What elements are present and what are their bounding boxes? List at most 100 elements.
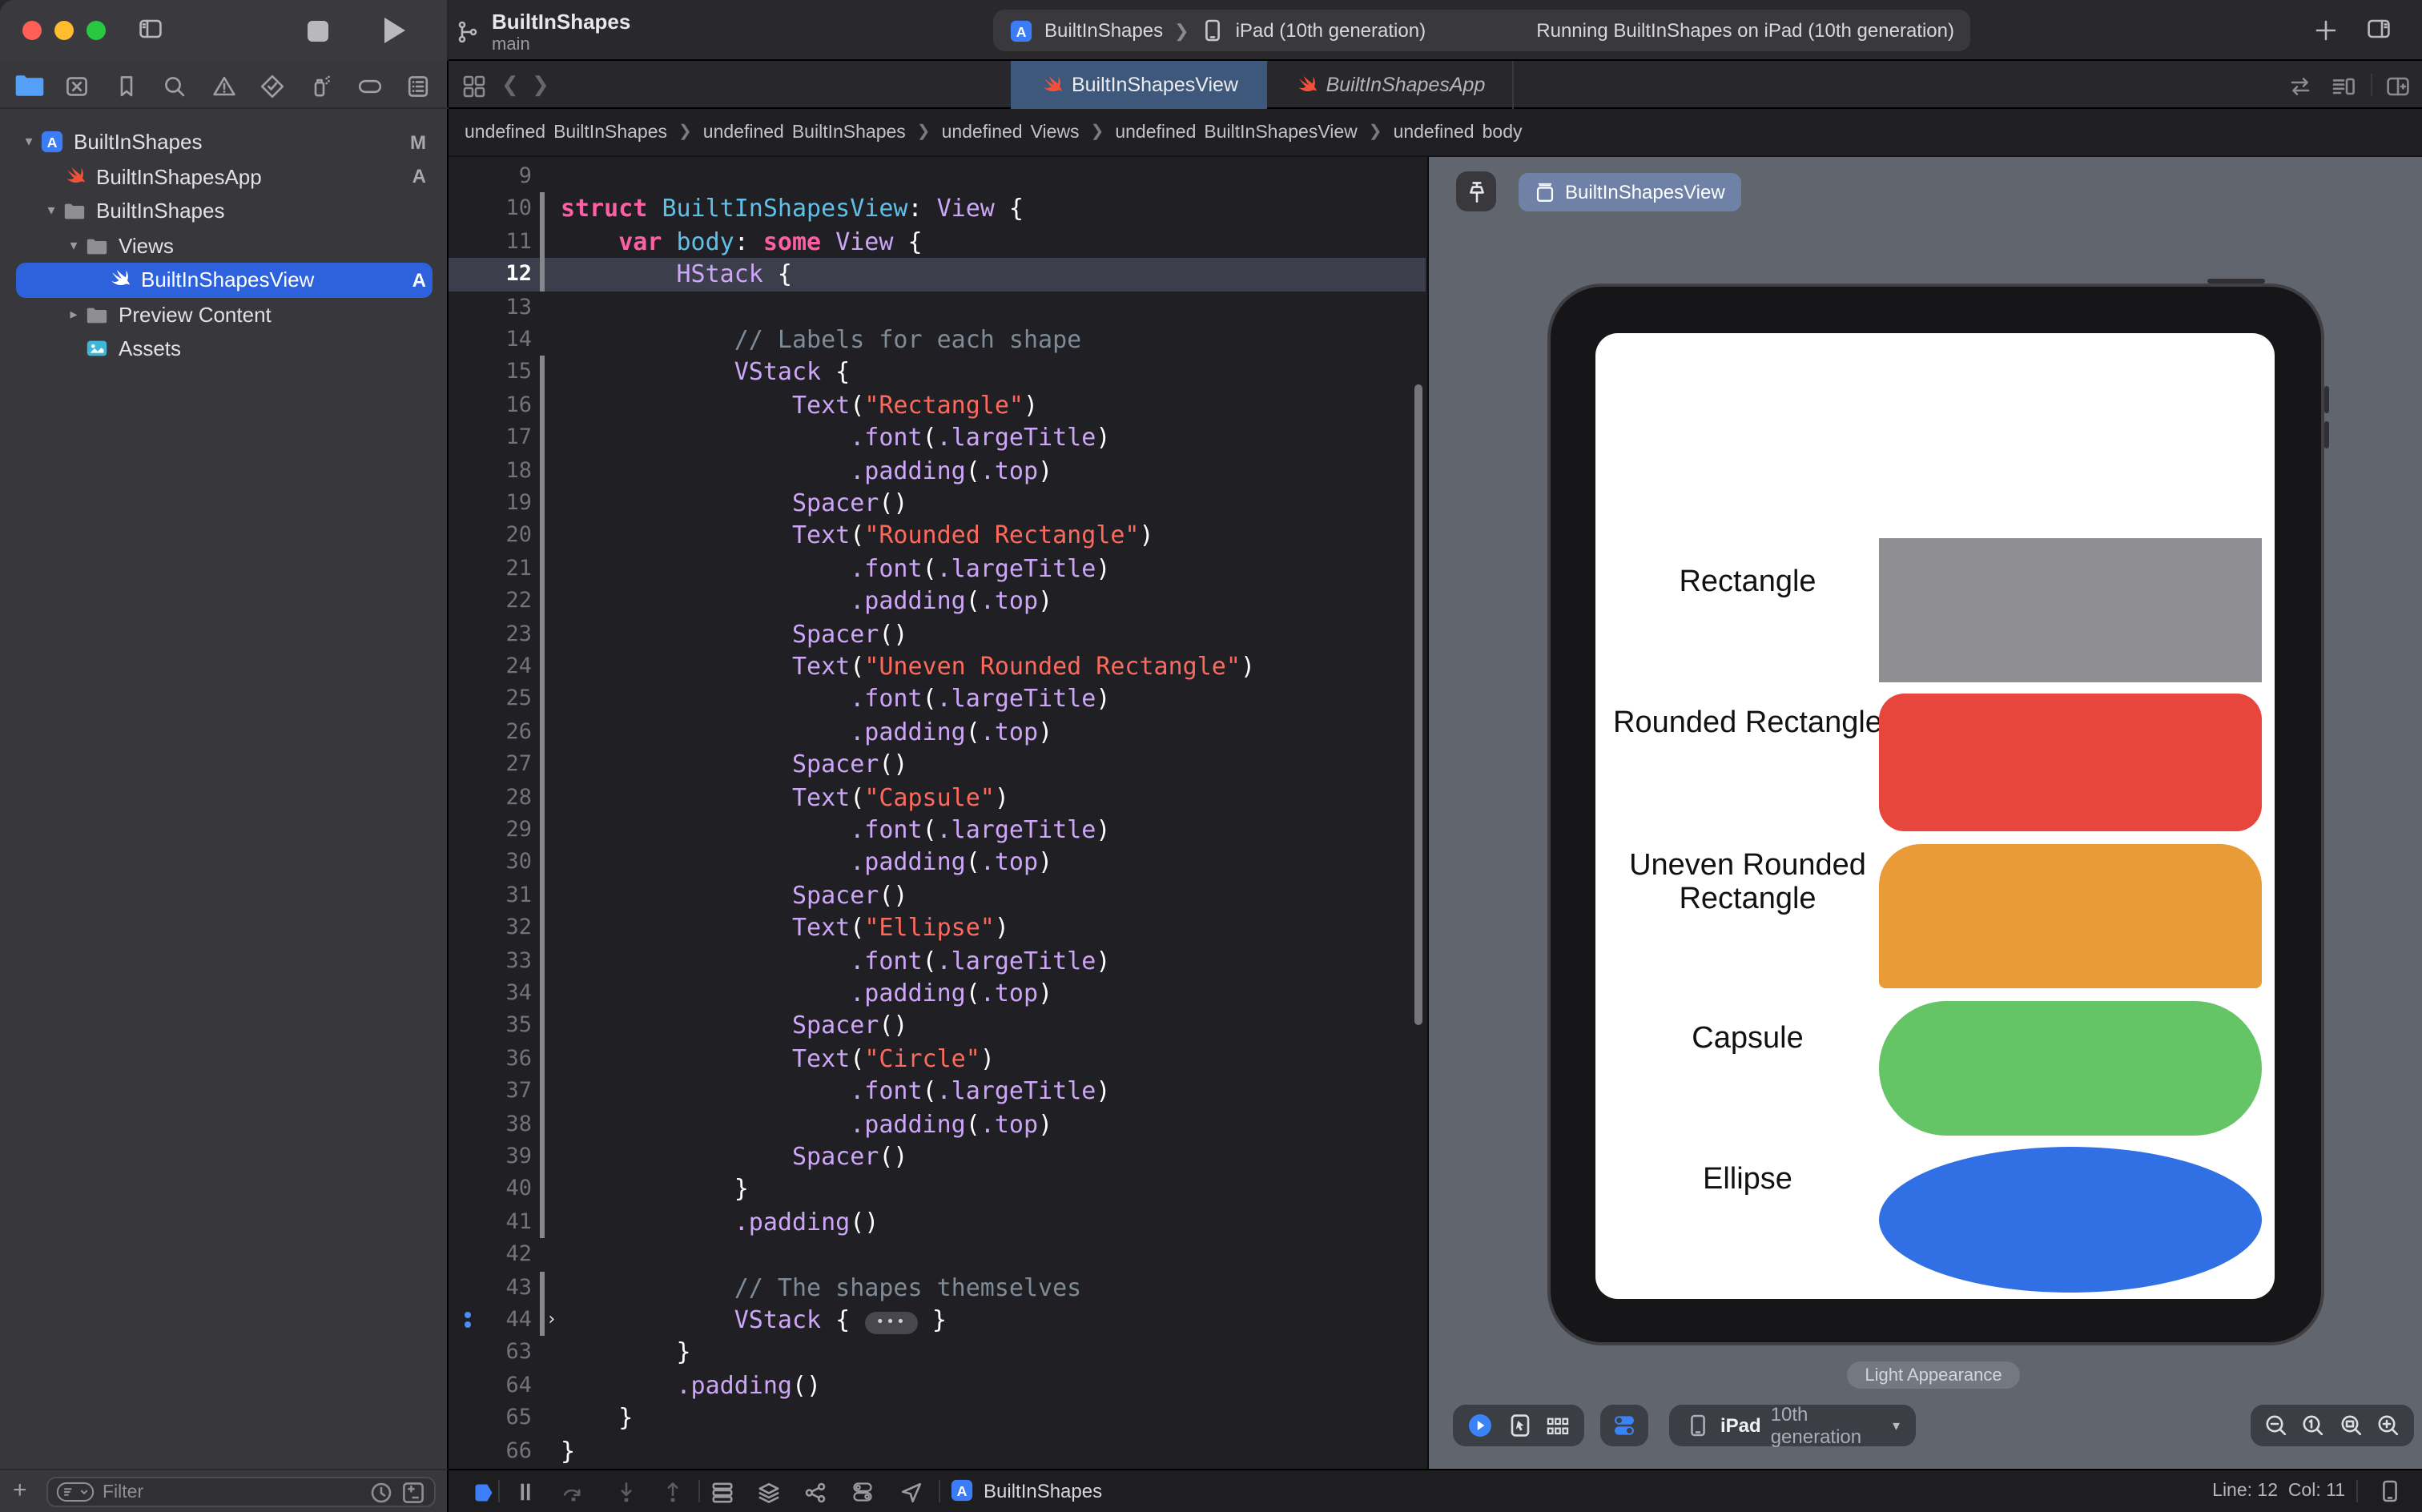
sidebar-toggle-icon[interactable] — [138, 16, 163, 42]
code-line-23[interactable]: 23 Spacer() — [449, 617, 1426, 650]
process-flow-icon[interactable] — [803, 1480, 828, 1504]
step-into-icon[interactable] — [614, 1480, 639, 1504]
code-line-31[interactable]: 31 Spacer() — [449, 879, 1426, 912]
breadcrumb-Views[interactable]: undefinedViews — [942, 123, 1080, 142]
code-line-9[interactable]: 9 — [449, 160, 1426, 193]
environment-overrides-icon[interactable] — [849, 1480, 875, 1504]
zoom-fit-icon[interactable] — [2339, 1413, 2364, 1438]
code-line-10[interactable]: 10struct BuiltInShapesView: View { — [449, 193, 1426, 226]
fold-chevron-icon[interactable]: › — [546, 1304, 557, 1337]
breakpoints-icon[interactable] — [349, 70, 391, 101]
minimize-button[interactable] — [54, 21, 74, 40]
code-line-21[interactable]: 21 .font(.largeTitle) — [449, 553, 1426, 585]
breadcrumb-BuiltInShapes[interactable]: undefinedBuiltInShapes — [465, 123, 667, 142]
live-preview-play-icon[interactable] — [1467, 1413, 1493, 1438]
breakpoints-active-icon[interactable] — [471, 1480, 497, 1504]
add-file-button[interactable]: + — [13, 1477, 27, 1504]
pause-icon[interactable] — [513, 1480, 538, 1504]
code-line-30[interactable]: 30 .padding(.top) — [449, 846, 1426, 879]
zoom-out-icon[interactable] — [2263, 1413, 2288, 1438]
code-line-26[interactable]: 26 .padding(.top) — [449, 716, 1426, 749]
code-line-39[interactable]: 39 Spacer() — [449, 1140, 1426, 1173]
run-button[interactable] — [384, 18, 405, 43]
tab-overview-icon[interactable] — [461, 74, 487, 99]
tab-BuiltInShapesApp[interactable]: BuiltInShapesApp — [1267, 61, 1514, 109]
variants-grid-icon[interactable] — [1547, 1415, 1571, 1436]
disclosure-down-icon[interactable]: ▾ — [21, 134, 37, 151]
code-line-41[interactable]: 41 .padding() — [449, 1206, 1426, 1239]
code-line-40[interactable]: 40 } — [449, 1173, 1426, 1206]
code-line-28[interactable]: 28 Text("Capsule") — [449, 781, 1426, 814]
code-line-38[interactable]: 38 .padding(.top) — [449, 1108, 1426, 1140]
sidebar-item-preview-content[interactable]: ▸Preview Content — [0, 297, 449, 332]
disclosure-right-icon[interactable]: ▸ — [66, 306, 82, 324]
back-icon[interactable]: ❮ — [501, 72, 519, 98]
code-line-17[interactable]: 17 .font(.largeTitle) — [449, 421, 1426, 454]
sidebar-item-builtinshapesapp[interactable]: BuiltInShapesAppA — [0, 159, 449, 194]
breadcrumb-BuiltInShapesView[interactable]: undefinedBuiltInShapesView — [1115, 123, 1357, 142]
zoom-in-icon[interactable] — [2376, 1413, 2402, 1438]
pin-preview-button[interactable] — [1456, 171, 1496, 211]
code-line-25[interactable]: 25 .font(.largeTitle) — [449, 683, 1426, 716]
breadcrumb-body[interactable]: undefinedbody — [1394, 123, 1523, 142]
code-line-27[interactable]: 27 Spacer() — [449, 748, 1426, 781]
code-line-12[interactable]: 12 HStack { — [449, 258, 1426, 291]
code-line-22[interactable]: 22 .padding(.top) — [449, 585, 1426, 617]
tests-icon[interactable] — [251, 70, 293, 101]
recent-filter-icon[interactable] — [368, 1479, 394, 1505]
disclosure-down-icon[interactable]: ▾ — [43, 203, 59, 220]
zoom-button[interactable] — [86, 21, 106, 40]
code-line-44[interactable]: 44› VStack { ••• } — [449, 1304, 1426, 1337]
code-line-43[interactable]: 43 // The shapes themselves — [449, 1271, 1426, 1304]
code-line-24[interactable]: 24 Text("Uneven Rounded Rectangle") — [449, 650, 1426, 683]
step-over-icon[interactable] — [561, 1480, 586, 1504]
code-line-20[interactable]: 20 Text("Rounded Rectangle") — [449, 520, 1426, 553]
sidebar-item-builtinshapes[interactable]: ▾BuiltInShapes — [0, 194, 449, 228]
code-line-15[interactable]: 15 VStack { — [449, 356, 1426, 389]
destination-ipad-icon[interactable] — [2377, 1478, 2403, 1504]
code-line-11[interactable]: 11 var body: some View { — [449, 226, 1426, 259]
device-picker[interactable]: iPad 10th generation ▾ — [1669, 1405, 1916, 1446]
bookmarks-icon[interactable] — [106, 70, 147, 101]
forward-icon[interactable]: ❯ — [532, 72, 549, 98]
code-line-16[interactable]: 16 Text("Rectangle") — [449, 389, 1426, 422]
code-line-65[interactable]: 65 } — [449, 1401, 1426, 1434]
device-settings-button[interactable] — [1600, 1405, 1648, 1446]
code-line-19[interactable]: 19 Spacer() — [449, 487, 1426, 520]
code-line-33[interactable]: 33 .font(.largeTitle) — [449, 944, 1426, 977]
sidebar-item-views[interactable]: ▾Views — [0, 228, 449, 263]
find-icon[interactable] — [154, 70, 195, 101]
debug-icon[interactable] — [300, 70, 342, 101]
code-line-63[interactable]: 63 } — [449, 1337, 1426, 1369]
scheme-app[interactable]: BuiltInShapes — [1044, 19, 1163, 42]
reports-icon[interactable] — [397, 70, 439, 101]
sidebar-item-builtinshapesview[interactable]: BuiltInShapesViewA — [0, 263, 449, 297]
code-line-13[interactable]: 13 — [449, 291, 1426, 324]
preview-target-chip[interactable]: BuiltInShapesView — [1519, 173, 1741, 211]
disclosure-down-icon[interactable]: ▾ — [66, 237, 82, 255]
code-line-37[interactable]: 37 .font(.largeTitle) — [449, 1075, 1426, 1108]
code-line-29[interactable]: 29 .font(.largeTitle) — [449, 814, 1426, 846]
selectable-preview-icon[interactable] — [1507, 1413, 1532, 1438]
scope-filter-icon[interactable] — [400, 1479, 426, 1505]
issues-icon[interactable] — [203, 70, 244, 101]
step-out-icon[interactable] — [660, 1480, 686, 1504]
zoom-actual-size-icon[interactable] — [2300, 1413, 2326, 1438]
editor-options-icon[interactable] — [2331, 74, 2356, 99]
sidebar-item-assets[interactable]: Assets — [0, 332, 449, 366]
folded-code-chip[interactable]: ••• — [864, 1312, 918, 1334]
filter-field[interactable]: Filter — [46, 1477, 436, 1507]
memory-graph-icon[interactable] — [756, 1480, 782, 1504]
add-editor-icon[interactable] — [2385, 74, 2411, 99]
view-hierarchy-icon[interactable] — [710, 1480, 735, 1504]
appearance-toggle[interactable]: Light Appearance — [1847, 1361, 2020, 1389]
code-line-35[interactable]: 35 Spacer() — [449, 1010, 1426, 1043]
code-line-64[interactable]: 64 .padding() — [449, 1369, 1426, 1402]
tab-BuiltInShapesView[interactable]: BuiltInShapesView — [1011, 61, 1267, 109]
location-simulation-icon[interactable] — [899, 1480, 924, 1504]
scheme-destination[interactable]: iPad (10th generation) — [1236, 19, 1426, 42]
scrollbar-thumb[interactable] — [1414, 384, 1422, 1025]
code-line-42[interactable]: 42 — [449, 1238, 1426, 1271]
scheme-selector[interactable]: A BuiltInShapes ❯ iPad (10th generation)… — [993, 10, 1970, 51]
source-control-icon[interactable] — [57, 70, 99, 101]
